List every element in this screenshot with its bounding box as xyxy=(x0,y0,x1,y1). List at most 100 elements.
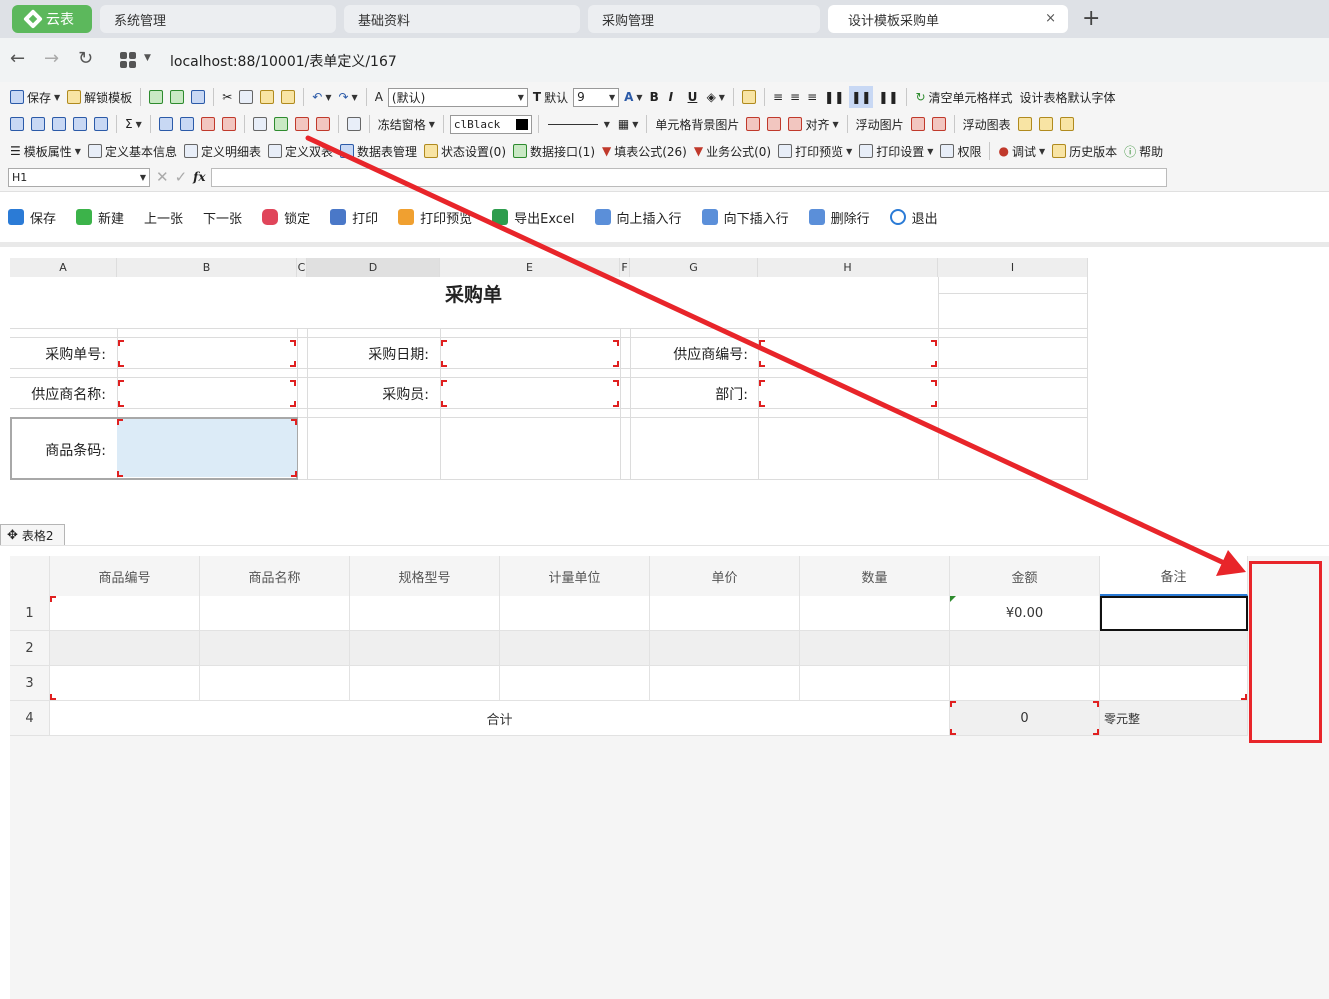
dept-field[interactable] xyxy=(759,380,937,407)
supplier-name-field[interactable] xyxy=(118,380,296,407)
font-color-icon[interactable]: A ▼ xyxy=(622,86,644,108)
new-tab-icon[interactable]: + xyxy=(1082,6,1100,31)
bold-button[interactable]: B xyxy=(648,86,664,108)
align-left-icon[interactable]: ≡ xyxy=(771,86,785,108)
close-icon[interactable]: × xyxy=(1045,11,1056,26)
sheet-icon-1[interactable] xyxy=(8,113,26,135)
column-header-h[interactable]: H xyxy=(758,258,938,277)
basic-info-button[interactable]: 定义基本信息 xyxy=(86,140,179,162)
table-cell[interactable] xyxy=(350,666,500,701)
define-table-button[interactable]: 定义双表 xyxy=(266,140,335,162)
print-preview-button[interactable]: 打印预览 ▼ xyxy=(776,140,854,162)
align-button[interactable]: 对齐 ▼ xyxy=(786,113,840,135)
apps-grid-icon[interactable] xyxy=(120,52,136,68)
import-icon-2[interactable] xyxy=(168,86,186,108)
bar-chart-icon-1[interactable] xyxy=(1016,113,1034,135)
row-number[interactable]: 2 xyxy=(10,631,50,666)
total-value-cell[interactable]: 0 xyxy=(950,701,1100,736)
print-settings-button[interactable]: 打印设置 ▼ xyxy=(857,140,935,162)
paste-icon[interactable] xyxy=(258,86,276,108)
format-brush-icon[interactable] xyxy=(279,86,297,108)
insert-row-below-button[interactable]: 向下插入行 xyxy=(701,208,789,227)
new-button[interactable]: 新建 xyxy=(76,208,124,227)
cell-name-box[interactable]: H1 ▼ xyxy=(8,167,150,187)
default-font-size-button[interactable]: T 默认 xyxy=(531,86,570,108)
order-no-field[interactable] xyxy=(118,340,296,367)
merge-icon-3[interactable] xyxy=(293,113,311,135)
table-cell[interactable] xyxy=(1100,666,1248,701)
merge-icon-1[interactable] xyxy=(251,113,269,135)
insert-col-icon[interactable] xyxy=(178,113,196,135)
table-cell[interactable] xyxy=(350,596,500,631)
sheet-icon-2[interactable] xyxy=(29,113,47,135)
grid-header[interactable]: 数量 xyxy=(800,556,950,596)
chevron-down-icon[interactable]: ▼ xyxy=(144,53,151,63)
cut-icon[interactable]: ✂ xyxy=(220,86,234,108)
biz-formula-button[interactable]: ▼ 业务公式(0) xyxy=(692,140,773,162)
float-image-icon-2[interactable] xyxy=(930,113,948,135)
url-text[interactable]: localhost:88/10001/表单定义/167 xyxy=(170,51,397,71)
selected-table-cell[interactable] xyxy=(1100,596,1248,631)
table-cell[interactable] xyxy=(50,666,200,701)
font-name-select[interactable]: (默认) ▼ xyxy=(387,87,528,107)
grid-header-selected[interactable]: 备注 xyxy=(1100,556,1248,596)
table-cell[interactable] xyxy=(1100,631,1248,666)
column-header-i[interactable]: I xyxy=(938,258,1088,277)
cell-bg-icon-1[interactable] xyxy=(744,113,762,135)
float-image-button[interactable]: 浮动图片 xyxy=(854,113,906,135)
color-select[interactable]: clBlack xyxy=(449,114,532,134)
grid-header[interactable]: 商品名称 xyxy=(200,556,350,596)
freeze-panes-button[interactable]: 冻结窗格 ▼ xyxy=(376,113,437,135)
merge-icon-4[interactable] xyxy=(314,113,332,135)
tab-system[interactable]: 系统管理 xyxy=(100,5,336,33)
cell-bg-icon-2[interactable] xyxy=(765,113,783,135)
unlock-template-button[interactable]: 解锁模板 xyxy=(65,86,134,108)
template-props-button[interactable]: ☰ 模板属性 ▼ xyxy=(8,140,83,162)
column-header-c[interactable]: C xyxy=(297,258,307,277)
column-header-g[interactable]: G xyxy=(630,258,758,277)
delete-col-icon[interactable] xyxy=(220,113,238,135)
float-image-icon-1[interactable] xyxy=(909,113,927,135)
border-style-select[interactable]: ▼ xyxy=(545,115,613,134)
barcode-icon-2[interactable]: ❚❚ xyxy=(849,86,874,108)
bar-chart-icon-2[interactable] xyxy=(1037,113,1055,135)
barcode-icon-1[interactable]: ❚❚ xyxy=(822,86,846,108)
lock-button[interactable]: 锁定 xyxy=(262,208,310,227)
table-cell[interactable] xyxy=(350,631,500,666)
default-font-button[interactable]: 设计表格默认字体 xyxy=(1018,86,1118,108)
print-button[interactable]: 打印 xyxy=(330,208,378,227)
table-cell[interactable] xyxy=(950,666,1100,701)
app-logo-tab[interactable]: 云表 xyxy=(12,5,92,33)
delete-row-icon[interactable] xyxy=(199,113,217,135)
underline-button[interactable]: U xyxy=(686,86,702,108)
bar-chart-icon-3[interactable] xyxy=(1058,113,1076,135)
next-button[interactable]: 下一张 xyxy=(203,208,242,227)
formula-input[interactable] xyxy=(211,167,1168,187)
cancel-icon[interactable]: ✕ xyxy=(156,168,169,186)
float-chart-button[interactable]: 浮动图表 xyxy=(961,113,1013,135)
align-right-icon[interactable]: ≡ xyxy=(805,86,819,108)
debug-button[interactable]: ● 调试 ▼ xyxy=(996,140,1047,162)
column-header-f[interactable]: F xyxy=(620,258,630,277)
confirm-icon[interactable]: ✓ xyxy=(175,168,188,186)
table-cell[interactable] xyxy=(800,596,950,631)
fill-color-icon[interactable]: ◈ ▼ xyxy=(705,86,727,108)
status-button[interactable]: 状态设置(0) xyxy=(422,140,508,162)
row-number[interactable]: 3 xyxy=(10,666,50,701)
copy-icon[interactable] xyxy=(237,86,255,108)
column-header-d[interactable]: D xyxy=(307,258,440,277)
history-button[interactable]: 历史版本 xyxy=(1050,140,1119,162)
table-cell[interactable] xyxy=(500,596,650,631)
table-cell[interactable] xyxy=(650,631,800,666)
table-cell[interactable] xyxy=(200,666,350,701)
column-header-a[interactable]: A xyxy=(10,258,117,277)
font-size-select[interactable]: 9 ▼ xyxy=(573,87,620,107)
total-text-cell[interactable]: 零元整 xyxy=(1100,701,1248,736)
column-header-e[interactable]: E xyxy=(440,258,620,277)
function-icon[interactable]: fx xyxy=(193,170,205,184)
lock-cell-icon[interactable] xyxy=(740,86,758,108)
reload-icon[interactable]: ↻ xyxy=(78,48,93,69)
table-move-handle[interactable]: ✥ 表格2 xyxy=(0,524,65,546)
clear-style-button[interactable]: ↻ 清空单元格样式 xyxy=(913,86,1014,108)
cell-bg-image-button[interactable]: 单元格背景图片 xyxy=(653,113,741,135)
